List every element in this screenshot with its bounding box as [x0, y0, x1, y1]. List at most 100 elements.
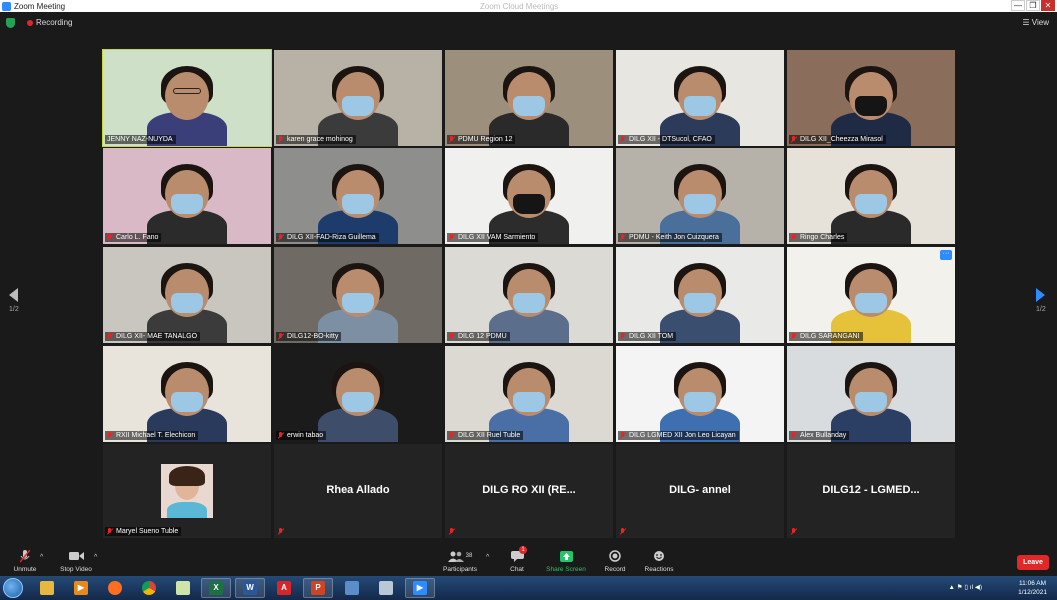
participant-name: karen grace mohinog [287, 136, 353, 143]
participant-video: Rhea Allado [274, 444, 442, 538]
participant-tile[interactable]: Alex Bullanday [787, 346, 955, 442]
participant-name-label: DILG XII - DTSucol, CFAO [618, 135, 715, 144]
participant-tile[interactable]: DILG 12 PDMU [445, 247, 613, 343]
participant-video [787, 50, 955, 146]
muted-mic-icon [791, 333, 797, 340]
muted-mic-icon [107, 432, 113, 439]
taskbar-chrome[interactable] [134, 578, 164, 598]
participants-options-chevron-icon[interactable]: ^ [486, 554, 489, 561]
zoom-app-icon [2, 1, 11, 11]
muted-mic-icon [449, 333, 455, 340]
view-button[interactable]: ☰ View [1022, 18, 1049, 27]
next-page-arrow-icon[interactable] [1036, 288, 1045, 302]
participant-name: DILG XII- MAE TANALGO [116, 333, 198, 340]
participant-tile[interactable]: DILG XII-FAD-Riza Guillema [274, 148, 442, 244]
video-options-chevron-icon[interactable]: ^ [94, 554, 97, 561]
participant-tile[interactable]: DILG- annel [616, 444, 784, 538]
audio-options-chevron-icon[interactable]: ^ [40, 554, 43, 561]
participant-name: DILG SARANGANI [800, 333, 860, 340]
participants-button[interactable]: 38 Participants [435, 549, 485, 573]
participant-name: Ringo Charles [800, 234, 845, 241]
participant-name-label: RXII Michael T. Elechicon [105, 431, 199, 440]
minimize-button[interactable]: — [1011, 0, 1025, 11]
taskbar-zoom[interactable]: ▶ [405, 578, 435, 598]
participant-tile[interactable]: DILG XII - DTSucol, CFAO [616, 50, 784, 146]
share-screen-button[interactable]: Share Screen [541, 549, 591, 573]
reactions-button[interactable]: Reactions [634, 549, 684, 573]
participant-video [103, 50, 271, 146]
window-title: Zoom Meeting [14, 1, 66, 11]
taskbar-excel[interactable]: X [201, 578, 231, 598]
prev-page-arrow-icon[interactable] [9, 288, 18, 302]
leave-button[interactable]: Leave [1017, 555, 1049, 570]
security-shield-icon[interactable] [6, 18, 15, 28]
taskbar-firefox[interactable] [100, 578, 130, 598]
share-screen-icon [541, 549, 591, 563]
muted-mic-icon [107, 528, 113, 535]
participant-tile[interactable]: JENNY NAZ-NUYDA [102, 49, 272, 147]
participant-tile[interactable]: DILG XII- MAE TANALGO [103, 247, 271, 343]
participant-tile[interactable]: PDMU - Keith Jon Cuizquera [616, 148, 784, 244]
participant-tile[interactable]: DILG XII Ruel Tuble [445, 346, 613, 442]
window-controls: — ❐ ✕ [1010, 0, 1055, 11]
participant-tile[interactable]: DILG XII TOM [616, 247, 784, 343]
participants-count: 38 [465, 553, 473, 559]
window-center-title: Zoom Cloud Meetings [480, 1, 559, 11]
stop-video-button[interactable]: Stop Video [51, 549, 101, 573]
taskbar-media-player[interactable]: ▶ [66, 578, 96, 598]
muted-mic-icon [278, 432, 284, 439]
taskbar-clock[interactable]: 11:06 AM 1/12/2021 [1018, 579, 1047, 597]
participant-name: PDMU - Keith Jon Cuizquera [629, 234, 719, 241]
participant-tile[interactable]: DILG LGMED XII Jon Leo Licayan [616, 346, 784, 442]
close-button[interactable]: ✕ [1041, 0, 1055, 11]
taskbar-powerpoint[interactable]: P [303, 578, 333, 598]
chat-button[interactable]: 1 Chat [492, 546, 542, 573]
participant-display-name: DILG12 - LGMED... [822, 484, 920, 496]
taskbar-explorer[interactable] [32, 578, 62, 598]
maximize-button[interactable]: ❐ [1026, 0, 1040, 11]
participant-tile[interactable]: Ringo Charles [787, 148, 955, 244]
participant-tile[interactable]: DILG XII VAM Sarmiento [445, 148, 613, 244]
participant-tile[interactable]: Rhea Allado [274, 444, 442, 538]
next-page-control[interactable]: 1/2 [1036, 288, 1046, 313]
participant-name-label: DILG XII Ruel Tuble [447, 431, 524, 440]
unmute-button[interactable]: Unmute [0, 549, 50, 573]
participant-tile[interactable]: PDMU Region 12 [445, 50, 613, 146]
participant-tile[interactable]: erwin tabao [274, 346, 442, 442]
participant-name-label: erwin tabao [276, 431, 327, 440]
participant-tile[interactable]: Carlo L. Fano [103, 148, 271, 244]
participant-tile[interactable]: karen grace mohinog [274, 50, 442, 146]
participant-video [616, 346, 784, 442]
media-player-icon: ▶ [74, 581, 88, 595]
more-options-icon[interactable]: ··· [940, 250, 952, 260]
meeting-topbar: Recording ☰ View [0, 12, 1057, 34]
participant-tile[interactable]: DILG RO XII (RE... [445, 444, 613, 538]
participant-name-label: DILG XII TOM [618, 332, 677, 341]
participant-tile[interactable]: DILG XII_Cheezza Mirasol [787, 50, 955, 146]
participant-name-label: DILG SARANGANI [789, 332, 863, 341]
participant-tile[interactable]: ··· DILG SARANGANI [787, 247, 955, 343]
system-tray-icons[interactable]: ▲ ⚑ ▯ ıl ◀) [949, 583, 982, 591]
muted-mic-icon [620, 528, 626, 535]
face-mask [855, 194, 887, 214]
participant-tile[interactable]: DILG12 - LGMED... [787, 444, 955, 538]
muted-mic-icon [449, 528, 455, 535]
prev-page-control[interactable]: 1/2 [9, 288, 19, 313]
taskbar-window[interactable] [337, 578, 367, 598]
participant-tile[interactable]: DILG12-BO-kitty [274, 247, 442, 343]
participant-tile[interactable]: Maryel Sueno Tuble [103, 444, 271, 538]
participant-video [787, 148, 955, 244]
record-button[interactable]: Record [590, 549, 640, 573]
participant-name-label [447, 527, 461, 536]
participant-video [616, 50, 784, 146]
participant-name: DILG XII TOM [629, 333, 674, 340]
muted-mic-icon [791, 234, 797, 241]
participant-tile[interactable]: RXII Michael T. Elechicon [103, 346, 271, 442]
taskbar-word[interactable]: W [235, 578, 265, 598]
participant-name: DILG XII VAM Sarmiento [458, 234, 536, 241]
taskbar-calculator[interactable] [371, 578, 401, 598]
start-button[interactable] [3, 578, 23, 598]
taskbar-folder[interactable] [168, 578, 198, 598]
muted-mic-icon [449, 432, 455, 439]
taskbar-acrobat[interactable]: A [269, 578, 299, 598]
